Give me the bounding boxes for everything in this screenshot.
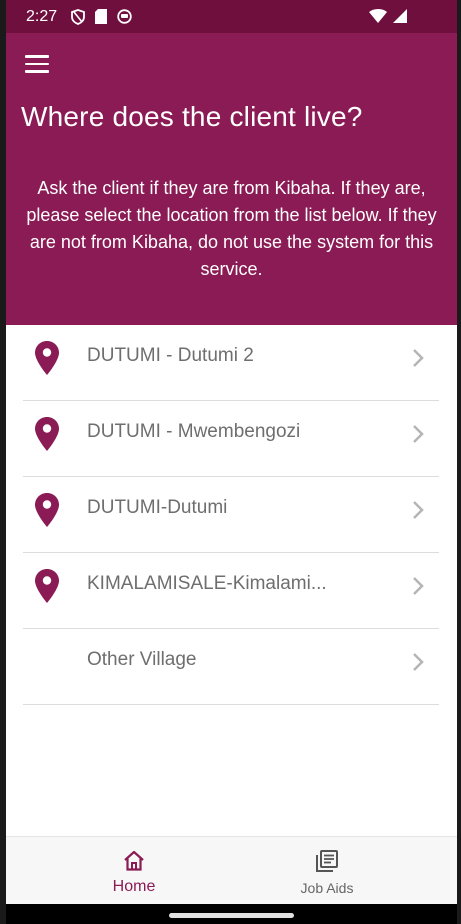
location-label: DUTUMI-Dutumi: [87, 497, 228, 518]
app-screen: 2:27 Where does the client live? Ask the…: [6, 0, 457, 924]
location-list: DUTUMI - Dutumi 2 DUTUMI - Mwembengozi D…: [23, 325, 439, 705]
library-books-icon: [316, 850, 338, 872]
face-icon: [117, 9, 132, 24]
chevron-right-icon: [413, 349, 424, 367]
nav-job-aids-tab[interactable]: Job Aids: [227, 837, 427, 905]
location-label: DUTUMI - Mwembengozi: [87, 421, 301, 442]
menu-bar-icon: [25, 70, 49, 73]
page-header: Where does the client live? Ask the clie…: [6, 33, 457, 325]
location-pin-icon: [35, 493, 59, 527]
location-pin-icon: [35, 417, 59, 451]
location-item-other-village[interactable]: Other Village: [23, 629, 439, 705]
page-title: Where does the client live?: [21, 101, 363, 132]
chevron-right-icon: [413, 653, 424, 671]
wifi-icon: [369, 9, 387, 23]
status-right-icons: [369, 9, 407, 23]
nav-home-tab[interactable]: Home: [34, 837, 234, 905]
bottom-navigation: Home Job Aids: [6, 836, 457, 905]
sd-card-icon: [95, 9, 108, 24]
menu-bar-icon: [25, 55, 49, 58]
nav-job-aids-label: Job Aids: [300, 880, 354, 896]
location-pin-icon: [35, 341, 59, 375]
gesture-bar: [6, 904, 457, 924]
chevron-right-icon: [413, 425, 424, 443]
page-description: Ask the client if they are from Kibaha. …: [26, 178, 437, 279]
location-item-mwembengozi[interactable]: DUTUMI - Mwembengozi: [23, 401, 439, 477]
location-label: KIMALAMISALE-Kimalami...: [87, 573, 327, 594]
home-gesture-handle[interactable]: [169, 913, 294, 918]
location-item-kimalamisale[interactable]: KIMALAMISALE-Kimalami...: [23, 553, 439, 629]
location-label: Other Village: [87, 649, 197, 670]
location-pin-icon: [35, 569, 59, 603]
home-icon: [124, 850, 144, 871]
location-item-dutumi-2[interactable]: DUTUMI - Dutumi 2: [23, 325, 439, 401]
menu-bar-icon: [25, 62, 49, 65]
chevron-right-icon: [413, 501, 424, 519]
hamburger-menu-button[interactable]: [25, 55, 51, 75]
nav-home-label: Home: [112, 878, 156, 895]
status-bar: 2:27: [6, 0, 457, 33]
location-label: DUTUMI - Dutumi 2: [87, 345, 254, 366]
status-left-icons: [71, 8, 132, 25]
location-item-dutumi[interactable]: DUTUMI-Dutumi: [23, 477, 439, 553]
signal-icon: [393, 9, 407, 23]
status-time: 2:27: [26, 7, 58, 25]
chevron-right-icon: [413, 577, 424, 595]
shield-icon: [71, 8, 86, 25]
